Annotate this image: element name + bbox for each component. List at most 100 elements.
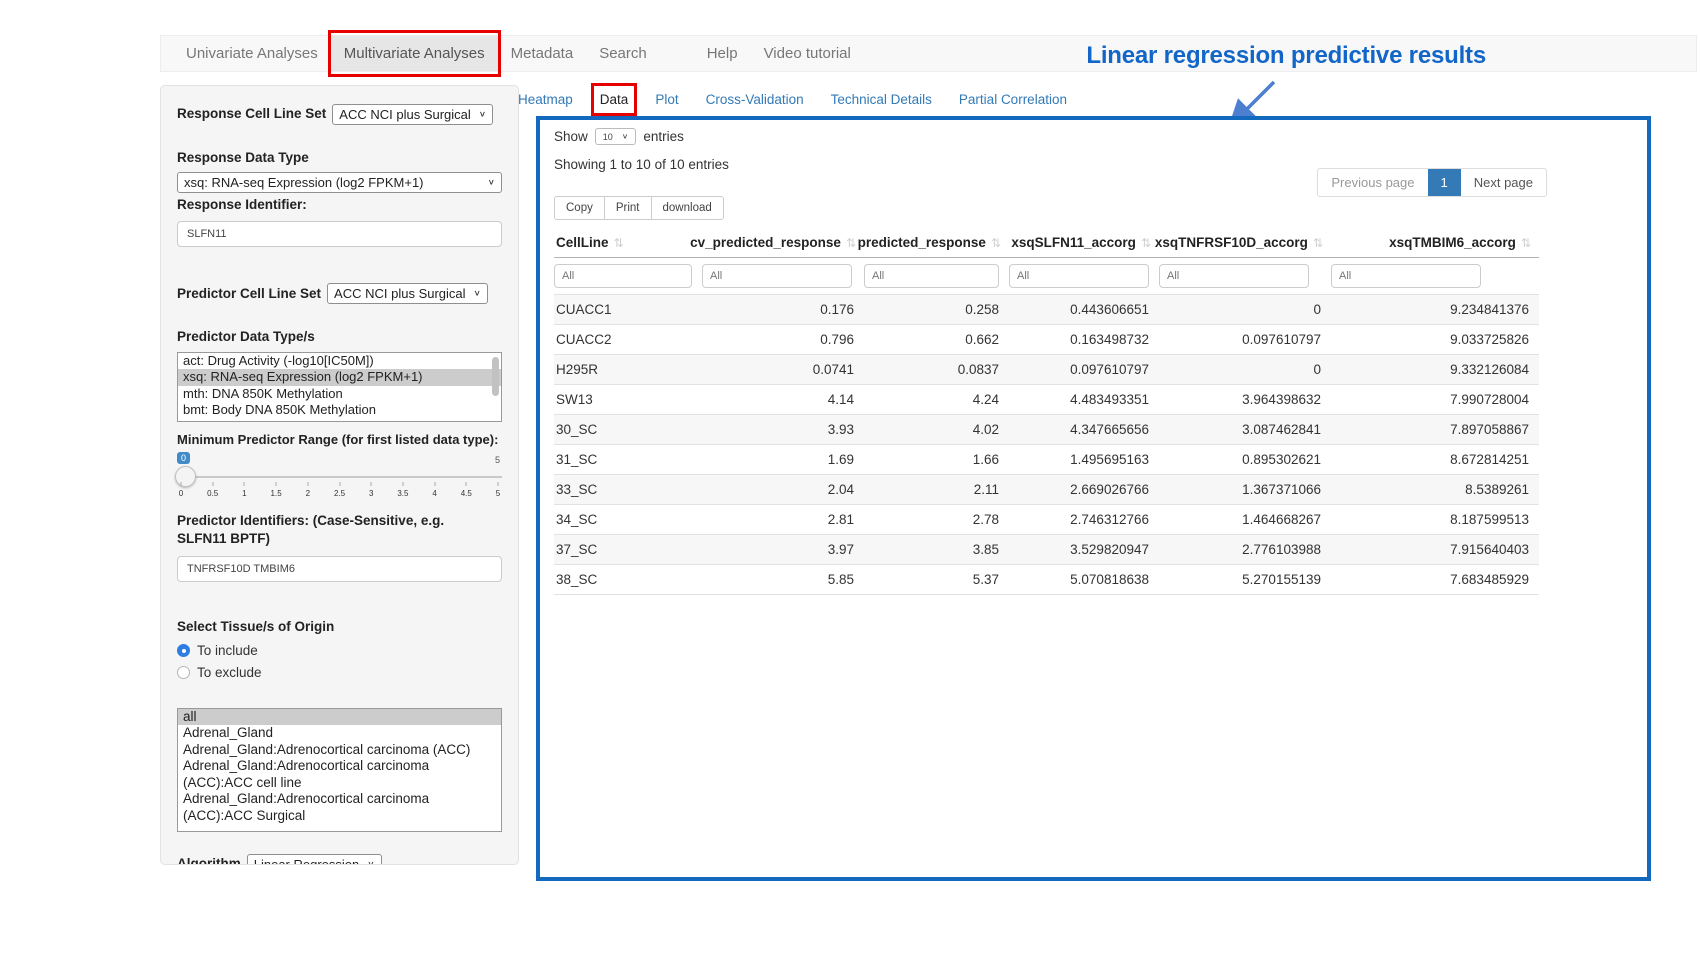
slider-tick-label: 1: [242, 489, 246, 498]
predictor-cell-line-set-value: ACC NCI plus Surgical: [334, 286, 466, 301]
column-header-cellline[interactable]: CellLine ⇅: [554, 228, 702, 258]
slider-track[interactable]: [177, 476, 502, 478]
cell-value: 4.483493351: [1009, 385, 1159, 415]
nav-item-multivariate-analyses[interactable]: Multivariate Analyses: [331, 36, 498, 71]
response-cell-line-set-select[interactable]: ACC NCI plus Surgical ∨: [332, 104, 493, 125]
nav-item-video-tutorial[interactable]: Video tutorial: [751, 36, 864, 71]
app-page: Univariate AnalysesMultivariate Analyses…: [0, 0, 1700, 956]
tissue-option[interactable]: Adrenal_Gland:Adrenocortical carcinoma (…: [178, 758, 501, 791]
cell-value: 5.37: [864, 565, 1009, 595]
response-identifier-input[interactable]: [177, 221, 502, 247]
predictor-cell-line-set-label: Predictor Cell Line Set: [177, 285, 321, 303]
column-header-cv-predicted-response[interactable]: cv_predicted_response⇅: [702, 228, 864, 258]
column-header-xsqtmbim6-accorg[interactable]: xsqTMBIM6_accorg⇅: [1331, 228, 1539, 258]
table-row: 38_SC5.855.375.0708186385.2701551397.683…: [554, 565, 1539, 595]
radio-to-include[interactable]: [177, 644, 190, 657]
nav-item-search[interactable]: Search: [586, 36, 660, 71]
column-title: CellLine: [556, 235, 609, 250]
page-1-button[interactable]: 1: [1428, 169, 1461, 196]
tissue-option[interactable]: Adrenal_Gland: [178, 725, 501, 742]
column-header-predicted-response[interactable]: predicted_response⇅: [864, 228, 1009, 258]
slider-tick: [402, 482, 403, 486]
cell-value: 0.258: [864, 295, 1009, 325]
slider-tick-label: 0.5: [207, 489, 218, 498]
tab-plot[interactable]: Plot: [655, 92, 678, 107]
red-highlight-box: [591, 83, 638, 116]
cell-value: 5.070818638: [1009, 565, 1159, 595]
copy-button[interactable]: Copy: [554, 196, 605, 220]
column-header-xsqtnfrsf10d-accorg[interactable]: xsqTNFRSF10D_accorg⇅: [1159, 228, 1331, 258]
tab-data[interactable]: Data: [600, 92, 629, 107]
filter-input-cellline[interactable]: [554, 264, 692, 288]
slider-tick-label: 4: [432, 489, 436, 498]
tissue-listbox[interactable]: allAdrenal_GlandAdrenal_Gland:Adrenocort…: [177, 708, 502, 832]
cell-value: 7.897058867: [1331, 415, 1539, 445]
min-predictor-range-label: Minimum Predictor Range (for first liste…: [177, 431, 502, 449]
radio-to-exclude[interactable]: [177, 666, 190, 679]
filter-input-predicted-response[interactable]: [864, 264, 999, 288]
cell-value: 1.464668267: [1159, 505, 1331, 535]
show-entries-row: Show 10 ∨ entries: [554, 128, 1633, 145]
tissue-option[interactable]: Adrenal_Gland:Adrenocortical carcinoma (…: [178, 791, 501, 824]
nav-item-univariate-analyses[interactable]: Univariate Analyses: [173, 36, 331, 71]
algorithm-select[interactable]: Linear Regression ∨: [247, 854, 382, 865]
predictor-type-option[interactable]: xsq: RNA-seq Expression (log2 FPKM+1): [178, 369, 501, 386]
tissue-option[interactable]: Adrenal_Gland:Adrenocortical carcinoma (…: [178, 742, 501, 759]
response-data-type-select[interactable]: xsq: RNA-seq Expression (log2 FPKM+1) ∨: [177, 172, 502, 193]
cell-value: 1.66: [864, 445, 1009, 475]
predictor-cell-line-set-select[interactable]: ACC NCI plus Surgical ∨: [327, 283, 488, 304]
sort-icon: ⇅: [614, 236, 624, 250]
slider-tick: [307, 482, 308, 486]
previous-page-button[interactable]: Previous page: [1318, 169, 1427, 196]
filter-input-xsqtnfrsf10d-accorg[interactable]: [1159, 264, 1309, 288]
predictor-type-option[interactable]: bmt: Body DNA 850K Methylation: [178, 402, 501, 419]
tab-technical-details[interactable]: Technical Details: [831, 92, 932, 107]
scrollbar-thumb[interactable]: [492, 357, 499, 396]
column-header-xsqslfn11-accorg[interactable]: xsqSLFN11_accorg⇅: [1009, 228, 1159, 258]
sort-icon: ⇅: [1313, 236, 1323, 250]
nav-item-help[interactable]: Help: [694, 36, 751, 71]
tab-cross-validation[interactable]: Cross-Validation: [706, 92, 804, 107]
print-button[interactable]: Print: [604, 196, 652, 220]
download-button[interactable]: download: [651, 196, 724, 220]
tab-partial-correlation[interactable]: Partial Correlation: [959, 92, 1067, 107]
cell-value: 0.097610797: [1009, 355, 1159, 385]
min-predictor-range-slider[interactable]: 0 5 00.511.522.533.544.55: [177, 452, 502, 504]
next-page-button[interactable]: Next page: [1461, 169, 1546, 196]
cell-value: 2.776103988: [1159, 535, 1331, 565]
predictor-type-option[interactable]: act: Drug Activity (-log10[IC50M]): [178, 353, 501, 370]
cell-line-name: 33_SC: [554, 475, 702, 505]
table-row: 37_SC3.973.853.5298209472.7761039887.915…: [554, 535, 1539, 565]
cell-line-name: H295R: [554, 355, 702, 385]
cell-line-name: 34_SC: [554, 505, 702, 535]
show-label: Show: [554, 129, 588, 144]
cell-value: 2.669026766: [1009, 475, 1159, 505]
slider-tick-label: 4.5: [461, 489, 472, 498]
predictor-identifiers-input[interactable]: [177, 556, 502, 582]
cell-value: 3.85: [864, 535, 1009, 565]
nav-item-metadata[interactable]: Metadata: [498, 36, 587, 71]
cell-value: 0.662: [864, 325, 1009, 355]
filter-input-xsqtmbim6-accorg[interactable]: [1331, 264, 1481, 288]
cell-value: 0: [1159, 355, 1331, 385]
cell-value: 4.02: [864, 415, 1009, 445]
page-length-select[interactable]: 10 ∨: [595, 128, 637, 145]
tissue-radio-row: To exclude: [177, 665, 502, 680]
cell-value: 9.033725826: [1331, 325, 1539, 355]
cell-value: 0.895302621: [1159, 445, 1331, 475]
slider-tick-label: 2.5: [334, 489, 345, 498]
sort-icon: ⇅: [1521, 236, 1531, 250]
predictor-data-types-listbox[interactable]: act: Drug Activity (-log10[IC50M])xsq: R…: [177, 352, 502, 422]
filter-input-cv-predicted-response[interactable]: [702, 264, 852, 288]
sidebar-form: Response Cell Line Set ACC NCI plus Surg…: [160, 85, 519, 865]
slider-value-bubble: 0: [177, 452, 190, 464]
tissue-option[interactable]: all: [178, 709, 501, 726]
tab-heatmap[interactable]: Heatmap: [518, 92, 573, 107]
table-row: SW134.144.244.4834933513.9643986327.9907…: [554, 385, 1539, 415]
cell-value: 0.097610797: [1159, 325, 1331, 355]
filter-input-xsqslfn11-accorg[interactable]: [1009, 264, 1149, 288]
table-row: 34_SC2.812.782.7463127661.4646682678.187…: [554, 505, 1539, 535]
slider-tick: [244, 482, 245, 486]
predictor-type-option[interactable]: mth: DNA 850K Methylation: [178, 386, 501, 403]
cell-value: 8.672814251: [1331, 445, 1539, 475]
